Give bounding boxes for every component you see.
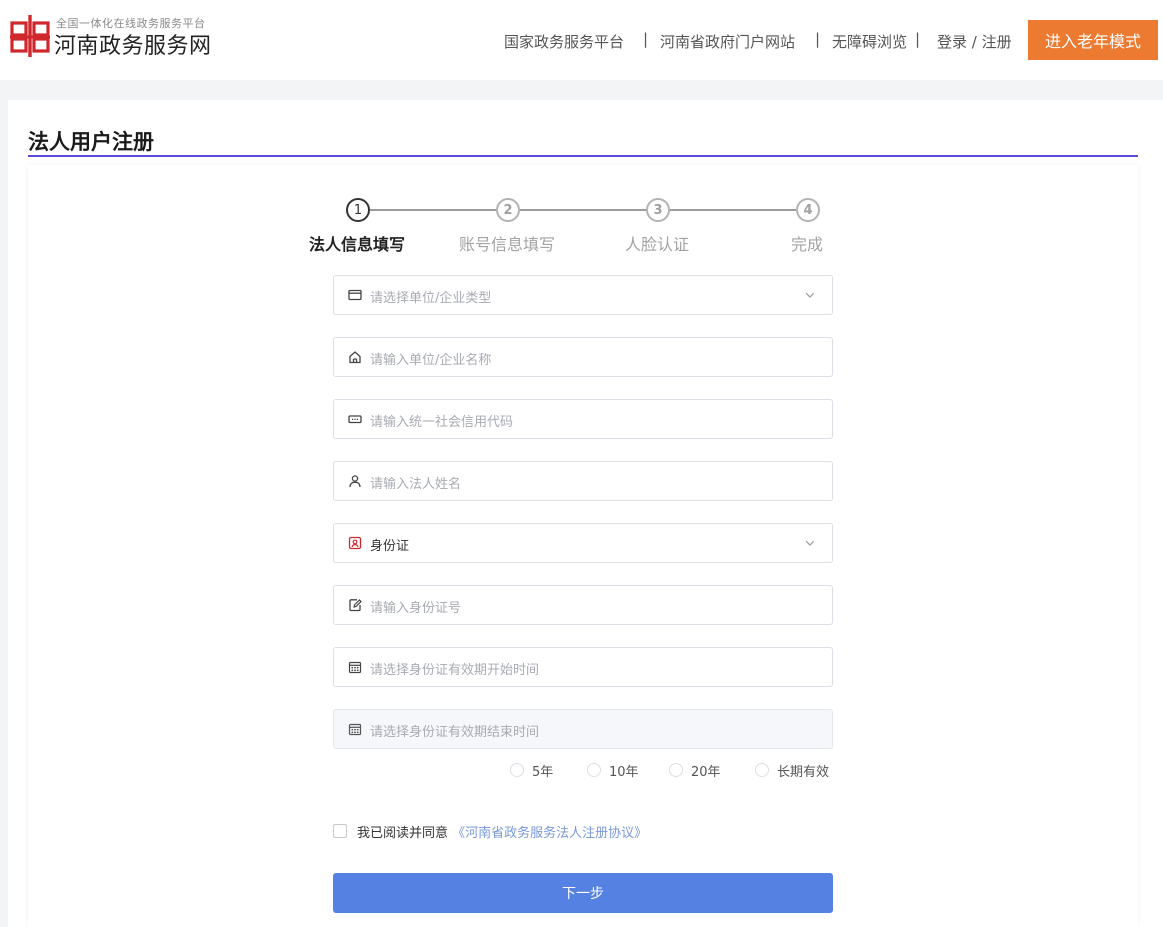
step-connector — [670, 209, 796, 211]
home-icon — [349, 351, 361, 364]
step-connector — [370, 209, 496, 211]
nav-accessibility[interactable]: 无障碍浏览 — [832, 31, 907, 51]
radio-circle[interactable] — [669, 763, 683, 777]
id-type-select[interactable]: 身份证 — [333, 523, 833, 563]
nav-login-register[interactable]: 登录 / 注册 — [937, 31, 1012, 51]
step-number-4: 4 — [796, 198, 820, 222]
id-end-date-placeholder: 请选择身份证有效期结束时间 — [370, 725, 540, 740]
legal-person-name-input[interactable]: 请输入法人姓名 — [333, 461, 833, 501]
step-number-2: 2 — [496, 198, 520, 222]
henan-logo-icon[interactable] — [10, 14, 50, 58]
radio-label: 5年 — [532, 765, 554, 780]
radio-circle[interactable] — [510, 763, 524, 777]
id-start-date-picker[interactable]: 请选择身份证有效期开始时间 — [333, 647, 833, 687]
agreement-checkbox[interactable] — [333, 824, 347, 838]
calendar-icon — [348, 723, 362, 736]
legal-person-name-placeholder: 请输入法人姓名 — [370, 477, 462, 492]
nav-henan-portal[interactable]: 河南省政府门户网站 — [660, 31, 795, 51]
id-badge-icon — [348, 536, 362, 550]
step-label-2: 账号信息填写 — [459, 235, 556, 254]
agreement-link[interactable]: 《河南省政务服务法人注册协议》 — [452, 826, 647, 841]
step-number-3: 3 — [646, 198, 670, 222]
page-title: 法人用户注册 — [28, 130, 154, 154]
radio-circle[interactable] — [755, 763, 769, 777]
id-start-date-placeholder: 请选择身份证有效期开始时间 — [370, 663, 540, 678]
radio-label: 10年 — [609, 765, 639, 780]
unit-type-select[interactable]: 请选择单位/企业类型 — [333, 275, 833, 315]
user-icon — [349, 475, 361, 488]
radio-label: 长期有效 — [777, 765, 830, 780]
step-connector — [520, 209, 646, 211]
unit-type-placeholder: 请选择单位/企业类型 — [370, 291, 492, 306]
nav-national-platform[interactable]: 国家政务服务平台 — [504, 31, 624, 51]
calendar-icon — [348, 661, 362, 674]
edit-icon — [349, 599, 362, 612]
chevron-down-icon — [805, 540, 815, 546]
credit-code-placeholder: 请输入统一社会信用代码 — [370, 415, 514, 430]
nav-separator: | — [815, 30, 821, 48]
title-divider — [28, 155, 1138, 157]
radio-circle[interactable] — [587, 763, 601, 777]
elder-mode-button[interactable]: 进入老年模式 — [1028, 20, 1158, 60]
unit-name-placeholder: 请输入单位/企业名称 — [370, 353, 492, 368]
agreement-label: 我已阅读并同意 《河南省政务服务法人注册协议》 — [357, 822, 647, 841]
site-header: 全国一体化在线政务服务平台 河南政务服务网 国家政务服务平台 | 河南省政府门户… — [0, 0, 1163, 80]
radio-label: 20年 — [691, 765, 721, 780]
nav-separator: | — [915, 30, 921, 48]
id-number-placeholder: 请输入身份证号 — [370, 601, 462, 616]
id-type-value: 身份证 — [370, 539, 410, 554]
unit-name-input[interactable]: 请输入单位/企业名称 — [333, 337, 833, 377]
step-label-3: 人脸认证 — [625, 235, 690, 254]
keyboard-icon — [348, 415, 362, 424]
id-end-date-picker[interactable]: 请选择身份证有效期结束时间 — [333, 709, 833, 749]
nav-separator: | — [643, 30, 649, 48]
id-card-icon — [348, 289, 362, 301]
next-step-button[interactable]: 下一步 — [333, 873, 833, 913]
chevron-down-icon — [805, 292, 815, 298]
credit-code-input[interactable]: 请输入统一社会信用代码 — [333, 399, 833, 439]
agreement-text: 我已阅读并同意 — [357, 826, 449, 841]
step-label-4: 完成 — [791, 235, 824, 254]
brand-title[interactable]: 河南政务服务网 — [54, 28, 212, 60]
id-number-input[interactable]: 请输入身份证号 — [333, 585, 833, 625]
step-label-1: 法人信息填写 — [309, 235, 406, 254]
step-number-1: 1 — [346, 198, 370, 222]
